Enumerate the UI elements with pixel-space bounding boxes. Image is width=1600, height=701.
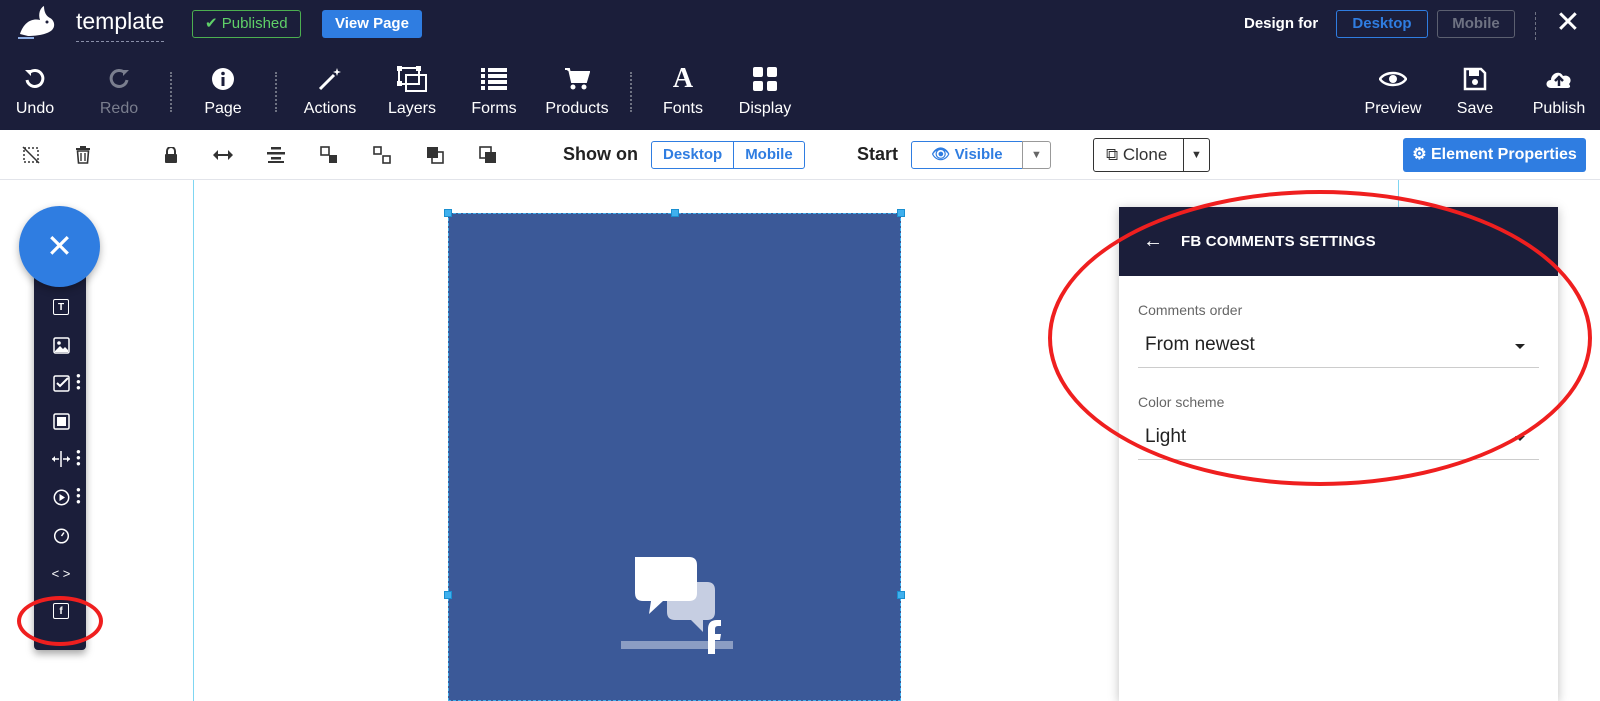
show-on-label: Show on <box>563 144 638 164</box>
undo-icon <box>10 62 60 96</box>
facebook-comments-icon <box>617 537 735 655</box>
align-center-icon[interactable] <box>265 144 287 166</box>
video-element-icon[interactable]: ● ● ● <box>48 486 81 508</box>
divider <box>1535 12 1536 40</box>
page-guide-line <box>193 180 194 701</box>
more-options-icon: ● ● ● <box>76 447 81 468</box>
layers-button[interactable]: Layers <box>384 62 440 118</box>
start-label: Start <box>857 144 899 164</box>
divider <box>630 72 632 112</box>
resize-handle[interactable] <box>671 209 679 217</box>
panel-title: FB COMMENTS SETTINGS <box>1181 233 1376 250</box>
comments-order-select[interactable]: From newest <box>1138 328 1539 368</box>
resize-handle[interactable] <box>897 209 905 217</box>
resize-handle[interactable] <box>897 591 905 599</box>
dropdown-caret-icon <box>1515 436 1525 441</box>
close-add-menu-button[interactable]: ✕ <box>19 206 100 287</box>
rabbit-logo-icon[interactable] <box>14 4 58 42</box>
divider <box>170 72 172 112</box>
send-to-back-icon[interactable] <box>477 144 499 166</box>
timer-element-icon[interactable] <box>48 524 74 546</box>
layers-icon <box>384 62 440 96</box>
floppy-disk-icon <box>1450 62 1500 96</box>
display-button[interactable]: Display <box>735 62 795 118</box>
forms-button[interactable]: Forms <box>466 62 522 118</box>
products-button[interactable]: Products <box>542 62 612 118</box>
color-scheme-label: Color scheme <box>1138 394 1225 410</box>
design-for-mobile-button[interactable]: Mobile <box>1437 10 1515 38</box>
visible-label: Visible <box>954 146 1003 163</box>
show-on-toggle: Desktop Mobile <box>651 141 805 169</box>
magic-wand-icon <box>300 62 360 96</box>
cart-icon <box>542 62 612 96</box>
publish-button[interactable]: Publish <box>1526 62 1592 118</box>
element-properties-button[interactable]: ⚙ Element Properties <box>1403 138 1586 172</box>
visible-button[interactable]: 👁 Visible <box>911 141 1023 169</box>
facebook-element-icon[interactable]: f <box>48 600 74 622</box>
code-element-icon[interactable]: < > <box>48 562 74 584</box>
design-for-desktop-button[interactable]: Desktop <box>1336 10 1428 38</box>
element-toolbar: Show on Desktop Mobile Start 👁 Visible ▼… <box>0 130 1600 180</box>
cloud-upload-icon <box>1526 62 1592 96</box>
save-button[interactable]: Save <box>1450 62 1500 118</box>
element-sidebar: T ● ● ● ● ● ● ● ● ● < > f <box>34 270 86 650</box>
image-element-icon[interactable] <box>48 334 74 356</box>
top-bar: template ✔ Published View Page Design fo… <box>0 0 1600 130</box>
more-options-icon: ● ● ● <box>76 485 81 506</box>
group-icon[interactable] <box>318 144 340 166</box>
trash-icon[interactable] <box>72 144 94 166</box>
color-scheme-select[interactable]: Light <box>1138 420 1539 460</box>
lock-icon[interactable] <box>160 144 182 166</box>
view-page-button[interactable]: View Page <box>322 10 422 38</box>
color-scheme-value: Light <box>1145 426 1187 447</box>
divider-element-icon[interactable]: ● ● ● <box>48 448 81 470</box>
chevron-down-icon[interactable]: ▼ <box>1183 138 1210 172</box>
fonts-button[interactable]: A Fonts <box>658 62 708 118</box>
preview-button[interactable]: Preview <box>1360 62 1426 118</box>
text-element-icon[interactable]: T <box>48 296 74 318</box>
chevron-down-icon[interactable]: ▼ <box>1022 141 1051 169</box>
more-options-icon: ● ● ● <box>76 371 81 392</box>
list-icon <box>466 62 522 96</box>
comments-order-label: Comments order <box>1138 302 1243 318</box>
divider <box>275 72 277 112</box>
eye-icon: 👁 <box>931 146 951 163</box>
info-icon <box>198 62 248 96</box>
form-element-icon[interactable]: ● ● ● <box>48 372 81 394</box>
resize-handle[interactable] <box>444 591 452 599</box>
grid-icon <box>735 62 795 96</box>
design-for-label: Design for <box>1244 15 1319 32</box>
redo-icon <box>94 62 144 96</box>
comments-order-value: From newest <box>1145 334 1255 355</box>
resize-handle[interactable] <box>444 209 452 217</box>
published-badge[interactable]: ✔ Published <box>192 10 301 38</box>
font-icon: A <box>672 63 694 94</box>
dropdown-caret-icon <box>1515 344 1525 349</box>
redo-button[interactable]: Redo <box>94 62 144 118</box>
show-on-mobile-button[interactable]: Mobile <box>733 142 804 168</box>
bring-to-front-icon[interactable] <box>424 144 446 166</box>
actions-button[interactable]: Actions <box>300 62 360 118</box>
ungroup-icon[interactable] <box>371 144 393 166</box>
color-scheme-field: Color scheme Light <box>1138 368 1539 460</box>
clone-button[interactable]: ⧉ Clone <box>1093 138 1184 172</box>
eye-icon <box>1360 62 1426 96</box>
page-button[interactable]: Page <box>198 62 248 118</box>
undo-button[interactable]: Undo <box>10 62 60 118</box>
panel-header: ← FB COMMENTS SETTINGS <box>1119 207 1558 276</box>
copy-icon: ⧉ <box>1106 145 1119 164</box>
show-on-desktop-button[interactable]: Desktop <box>652 142 733 168</box>
deselect-icon[interactable] <box>20 144 42 166</box>
fb-comments-settings-panel: ← FB COMMENTS SETTINGS Comments order Fr… <box>1119 207 1558 701</box>
project-title[interactable]: template <box>76 8 165 42</box>
box-element-icon[interactable] <box>48 410 74 432</box>
stretch-horizontal-icon[interactable] <box>212 144 234 166</box>
close-icon[interactable]: ✕ <box>1553 8 1583 38</box>
back-arrow-icon[interactable]: ← <box>1143 230 1163 253</box>
comments-order-field: Comments order From newest <box>1138 276 1539 368</box>
clone-label: Clone <box>1122 145 1168 164</box>
